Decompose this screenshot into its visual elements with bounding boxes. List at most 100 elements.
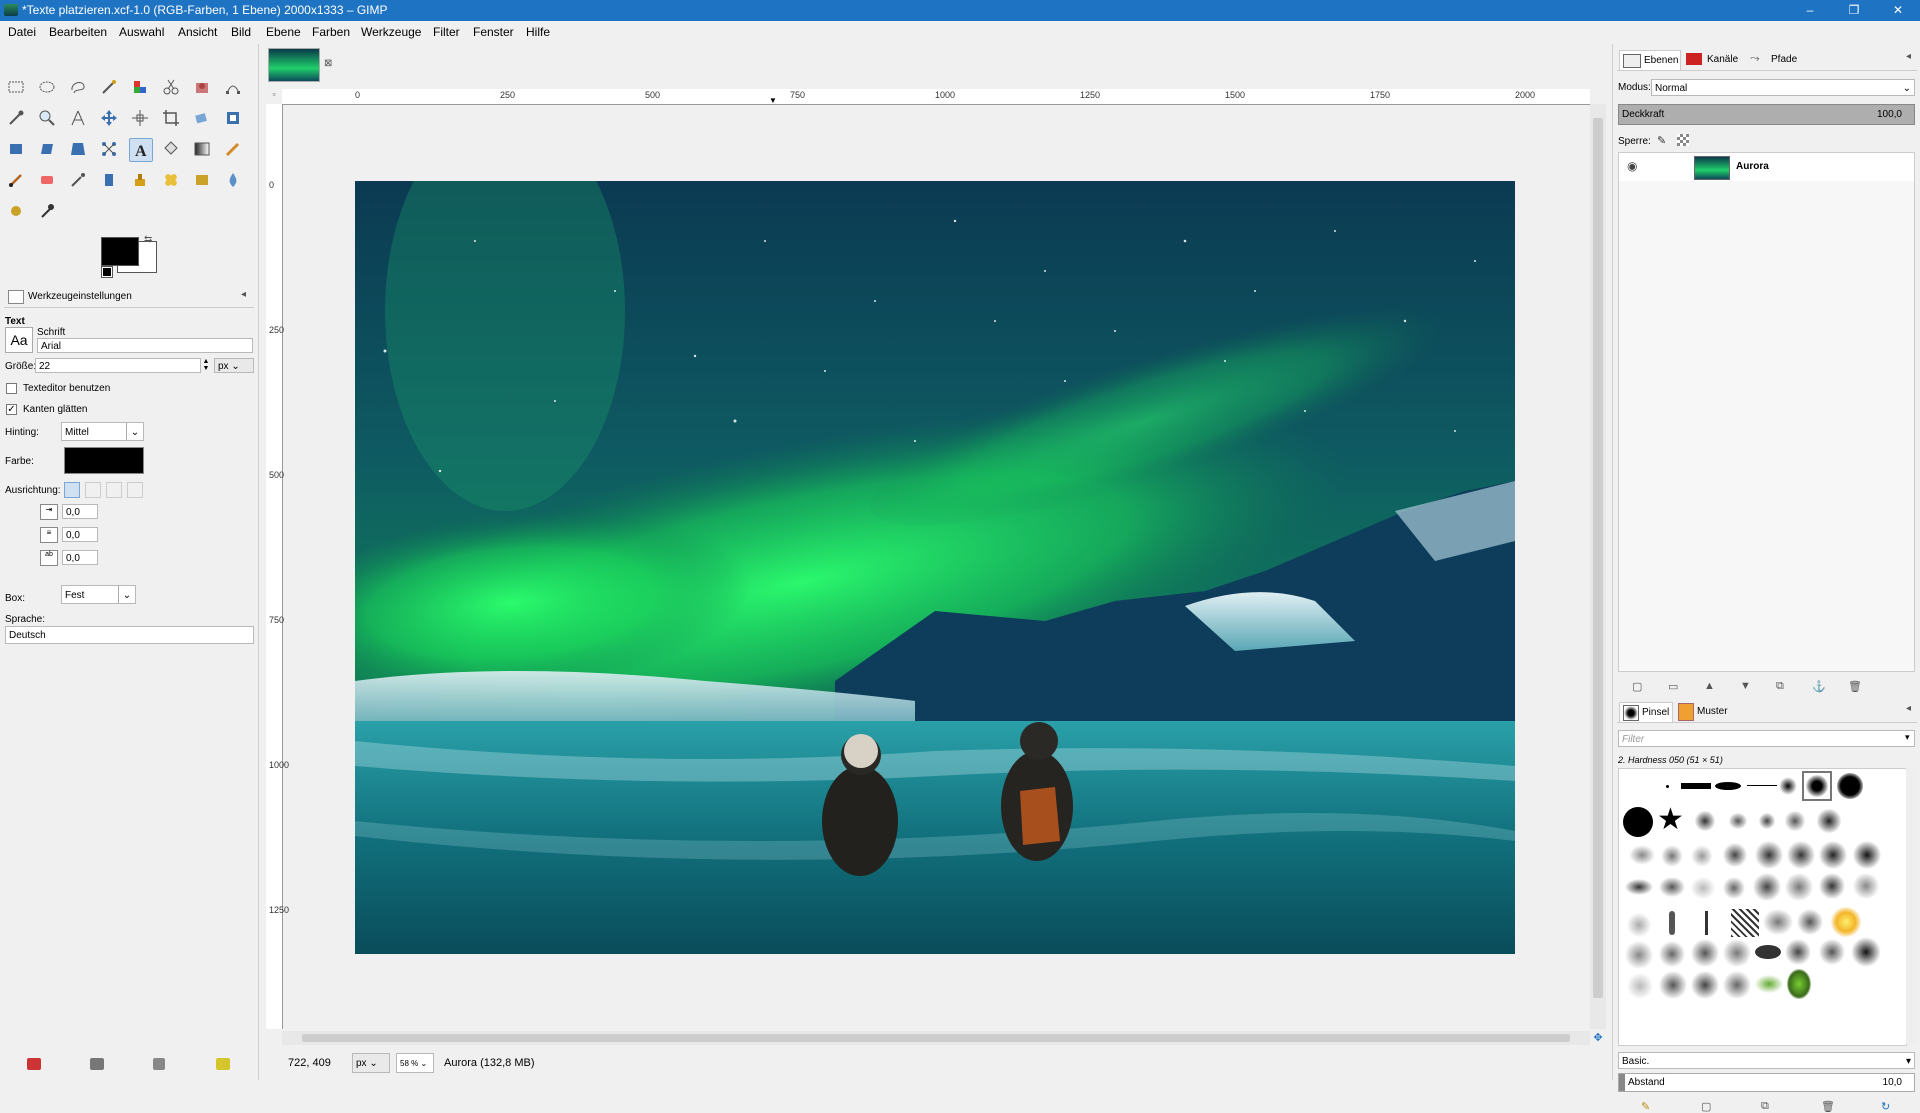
fuzzy-select-icon[interactable] <box>98 76 120 98</box>
save-options-icon[interactable] <box>27 1058 41 1070</box>
antialias-checkbox[interactable]: ✓ <box>6 404 17 415</box>
brush-item[interactable] <box>1729 813 1747 829</box>
brush-item[interactable] <box>1691 971 1719 999</box>
brush-item[interactable] <box>1715 782 1741 790</box>
lock-pixels-icon[interactable]: ✎ <box>1657 134 1666 147</box>
brush-preset-select[interactable]: Basic. ▾ <box>1618 1052 1915 1069</box>
measure-icon[interactable] <box>67 107 89 129</box>
star-brush-icon[interactable]: ★ <box>1657 805 1684 835</box>
layers-panel-menu-icon[interactable]: ◂ <box>1906 51 1911 62</box>
opacity-slider[interactable]: Deckkraft 100,0 <box>1618 104 1915 125</box>
zoom-icon[interactable] <box>36 107 58 129</box>
box-select[interactable]: Fest ⌄ <box>61 585 136 604</box>
perspective-clone-icon[interactable] <box>191 169 213 191</box>
lower-layer-icon[interactable]: ▼ <box>1740 680 1751 692</box>
justify-center-icon[interactable] <box>106 482 122 498</box>
layer-name[interactable]: Aurora <box>1736 161 1769 172</box>
foreground-color-swatch[interactable] <box>101 237 139 266</box>
horizontal-scroll-thumb[interactable] <box>302 1034 1570 1042</box>
horizontal-scrollbar[interactable] <box>282 1031 1590 1045</box>
menu-auswahl[interactable]: Auswahl <box>119 25 164 39</box>
cage-transform-icon[interactable] <box>98 138 120 160</box>
brush-item-selected[interactable] <box>1802 771 1832 801</box>
brush-item[interactable] <box>1691 939 1719 967</box>
brush-item[interactable] <box>1797 909 1823 935</box>
brush-item[interactable] <box>1623 807 1653 837</box>
rect-select-icon[interactable] <box>5 76 27 98</box>
brush-item[interactable] <box>1755 945 1781 959</box>
brush-item[interactable] <box>1659 941 1685 967</box>
reset-options-icon[interactable] <box>216 1058 230 1070</box>
text-color-button[interactable] <box>64 447 144 474</box>
delete-options-icon[interactable] <box>153 1058 165 1070</box>
font-input[interactable]: Arial <box>37 338 253 353</box>
tab-ebenen[interactable]: Ebenen <box>1619 50 1681 70</box>
brush-item[interactable] <box>1723 877 1745 899</box>
brush-item[interactable] <box>1787 841 1815 869</box>
brush-item[interactable] <box>1819 939 1845 965</box>
scissors-select-icon[interactable] <box>160 76 182 98</box>
lock-alpha-icon[interactable] <box>1677 134 1689 146</box>
eraser-icon[interactable] <box>36 169 58 191</box>
bucket-fill-icon[interactable] <box>160 138 182 160</box>
tab-pinsel[interactable]: Pinsel <box>1619 702 1673 722</box>
new-layer-icon[interactable]: ▢ <box>1632 680 1642 693</box>
letter-spacing-input[interactable]: 0,0 <box>62 550 98 565</box>
menu-fenster[interactable]: Fenster <box>473 25 514 39</box>
ink-icon[interactable] <box>98 169 120 191</box>
spacing-slider[interactable]: Abstand 10,0 <box>1618 1073 1915 1092</box>
brush-filter-input[interactable]: Filter <box>1618 730 1915 747</box>
dodge-burn-icon[interactable] <box>36 200 58 222</box>
brush-grid-scrollbar[interactable] <box>1906 768 1916 1044</box>
brush-item[interactable] <box>1625 879 1653 895</box>
new-group-icon[interactable]: ▭ <box>1668 680 1678 693</box>
brush-item[interactable] <box>1625 941 1653 969</box>
brush-item[interactable] <box>1691 877 1715 899</box>
brush-item[interactable] <box>1779 777 1797 795</box>
language-input[interactable]: Deutsch <box>5 626 254 644</box>
brush-grid[interactable]: ★ <box>1618 768 1907 1046</box>
paintbrush-icon[interactable] <box>5 169 27 191</box>
brush-item[interactable] <box>1755 975 1783 993</box>
menu-bild[interactable]: Bild <box>231 25 251 39</box>
brush-item[interactable] <box>1661 845 1683 867</box>
zoom-select[interactable]: 58 % ⌄ <box>396 1053 434 1073</box>
menu-werkzeuge[interactable]: Werkzeuge <box>361 25 421 39</box>
menu-ansicht[interactable]: Ansicht <box>178 25 217 39</box>
tab-kanaele[interactable]: Kanäle <box>1683 50 1743 69</box>
font-preview-button[interactable]: Aa <box>5 327 33 353</box>
brush-item[interactable] <box>1819 873 1845 899</box>
select-by-color-icon[interactable] <box>129 76 151 98</box>
quick-mask-corner-icon[interactable]: ▫ <box>267 89 281 103</box>
ellipse-select-icon[interactable] <box>36 76 58 98</box>
menu-hilfe[interactable]: Hilfe <box>526 25 550 39</box>
line-spacing-input[interactable]: 0,0 <box>62 527 98 542</box>
restore-options-icon[interactable] <box>90 1058 104 1070</box>
color-picker-icon[interactable] <box>5 107 27 129</box>
default-colors-icon[interactable] <box>101 266 113 278</box>
close-tab-icon[interactable]: ⊠ <box>324 58 332 69</box>
shear-icon[interactable] <box>36 138 58 160</box>
brush-item[interactable] <box>1763 909 1793 935</box>
paths-icon[interactable] <box>222 76 244 98</box>
text-tool-icon[interactable]: A <box>129 138 153 162</box>
crop-icon[interactable] <box>160 107 182 129</box>
brush-item[interactable] <box>1819 841 1847 869</box>
brush-item[interactable] <box>1723 971 1751 999</box>
duplicate-brush-icon[interactable]: ⧉ <box>1761 1100 1769 1113</box>
foreground-select-icon[interactable] <box>191 76 213 98</box>
anchor-layer-icon[interactable]: ⚓ <box>1812 680 1826 693</box>
free-select-icon[interactable] <box>67 76 89 98</box>
size-unit-select[interactable]: px ⌄ <box>214 358 254 373</box>
justify-right-icon[interactable] <box>85 482 101 498</box>
brush-item[interactable] <box>1695 811 1715 831</box>
pencil-icon[interactable] <box>222 138 244 160</box>
brush-item[interactable] <box>1669 911 1675 935</box>
heal-icon[interactable] <box>160 169 182 191</box>
justify-fill-icon[interactable] <box>127 482 143 498</box>
brush-item[interactable] <box>1629 845 1655 865</box>
tab-pfade[interactable]: ⤳ Pfade <box>1747 50 1807 69</box>
brush-item[interactable] <box>1666 785 1669 788</box>
layer-row[interactable]: ◉ Aurora <box>1619 153 1914 181</box>
vertical-scroll-thumb[interactable] <box>1593 118 1603 998</box>
